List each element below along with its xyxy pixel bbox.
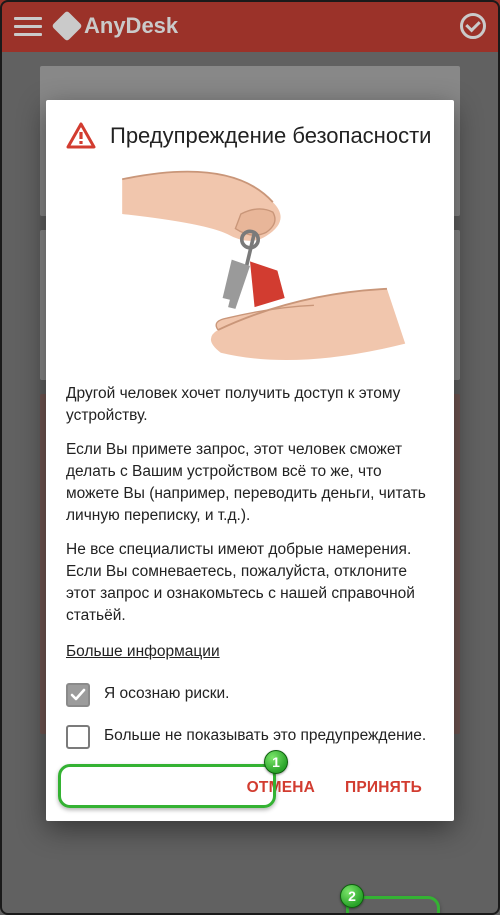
dialog-paragraph-2: Если Вы примете запрос, этот человек смо… — [66, 439, 434, 527]
callout-box-2 — [346, 896, 440, 915]
callout-badge-2: 2 — [340, 884, 364, 908]
dialog-actions: ОТМЕНА ПРИНЯТЬ — [66, 769, 434, 807]
risk-acknowledge-row: Я осознаю риски. — [66, 683, 434, 707]
dialog-backdrop: Предупреждение безопасности — [0, 0, 500, 915]
warning-triangle-icon — [66, 122, 96, 155]
dont-show-checkbox[interactable] — [66, 725, 90, 749]
risk-checkbox-label: Я осознаю риски. — [104, 683, 229, 705]
dialog-paragraph-3: Не все специалисты имеют добрые намерени… — [66, 539, 434, 627]
dont-show-checkbox-label: Больше не показывать это предупреждение. — [104, 725, 426, 747]
risk-checkbox[interactable] — [66, 683, 90, 707]
dialog-paragraph-1: Другой человек хочет получить доступ к э… — [66, 383, 434, 427]
security-warning-dialog: Предупреждение безопасности — [46, 100, 454, 821]
cancel-button[interactable]: ОТМЕНА — [235, 769, 327, 807]
dont-show-row: Больше не показывать это предупреждение. — [66, 725, 434, 749]
handing-keys-illustration — [66, 161, 434, 371]
dialog-title: Предупреждение безопасности — [110, 122, 431, 150]
more-info-link[interactable]: Больше информации — [66, 643, 220, 661]
accept-button[interactable]: ПРИНЯТЬ — [333, 769, 434, 807]
